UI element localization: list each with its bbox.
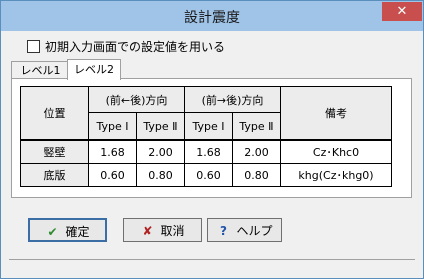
header-type: Type Ⅱ xyxy=(232,112,281,141)
tab-level2[interactable]: レベル2 xyxy=(67,59,121,80)
header-remarks: 備考 xyxy=(280,86,392,141)
seismic-coefficient-table: 位置 (前←後)方向 (前→後)方向 備考 Type Ⅰ Type Ⅱ Type… xyxy=(20,85,392,187)
window-title: 設計震度 xyxy=(184,10,240,26)
cancel-label: 取消 xyxy=(160,224,185,238)
title-bar[interactable]: 設計震度 ✕ xyxy=(1,1,423,31)
value-cell[interactable]: 1.68 xyxy=(184,139,233,164)
remark-cell: Cz･Khc0 xyxy=(280,139,392,164)
dialog-window: 設計震度 ✕ 初期入力画面での設定値を用いる レベル1 レベル2 位置 (前←後… xyxy=(0,0,424,279)
value-cell[interactable]: 0.60 xyxy=(184,163,233,187)
table-row: 底版 0.60 0.80 0.60 0.80 khg(Cz･khg0) xyxy=(20,163,392,187)
value-cell[interactable]: 2.00 xyxy=(136,139,185,164)
x-icon: ✘ xyxy=(142,224,153,238)
ok-label: 確定 xyxy=(65,225,90,239)
value-cell[interactable]: 0.80 xyxy=(232,163,281,187)
value-cell[interactable]: 0.60 xyxy=(88,163,137,187)
help-button[interactable]: ? ヘルプ xyxy=(207,218,282,242)
cancel-button[interactable]: ✘ 取消 xyxy=(123,218,202,242)
row-label: 竪壁 xyxy=(20,139,89,164)
value-cell[interactable]: 0.80 xyxy=(136,163,185,187)
header-type: Type Ⅱ xyxy=(136,112,185,141)
header-position: 位置 xyxy=(20,86,89,141)
value-cell[interactable]: 1.68 xyxy=(88,139,137,164)
question-icon: ? xyxy=(220,224,227,238)
header-front-back: (前←後)方向 xyxy=(88,85,185,114)
help-label: ヘルプ xyxy=(236,224,273,238)
ok-button[interactable]: ✔ 確定 xyxy=(28,218,107,242)
header-type: Type Ⅰ xyxy=(184,112,233,141)
status-bar xyxy=(9,259,415,274)
header-back-front: (前→後)方向 xyxy=(184,85,281,114)
row-label: 底版 xyxy=(20,163,89,187)
close-button[interactable]: ✕ xyxy=(382,2,422,21)
value-cell[interactable]: 2.00 xyxy=(232,139,281,164)
check-icon: ✔ xyxy=(47,225,58,239)
header-type: Type Ⅰ xyxy=(88,112,137,141)
table-row: 竪壁 1.68 2.00 1.68 2.00 Cz･Khc0 xyxy=(20,139,392,164)
initial-settings-label[interactable]: 初期入力画面での設定値を用いる xyxy=(45,38,225,55)
remark-cell: khg(Cz･khg0) xyxy=(280,163,392,187)
initial-settings-checkbox[interactable] xyxy=(27,40,40,53)
